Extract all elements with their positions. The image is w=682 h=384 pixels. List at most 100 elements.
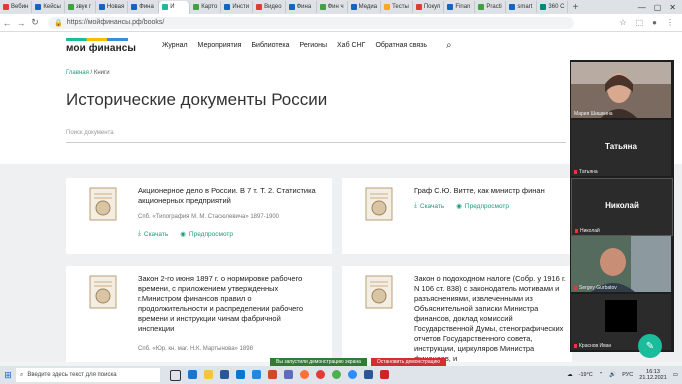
participant-avatar <box>605 300 637 332</box>
photos-icon[interactable] <box>284 369 293 379</box>
file-explorer-icon[interactable] <box>204 369 213 379</box>
reload-icon[interactable]: ↻ <box>28 17 42 28</box>
chrome-icon[interactable] <box>332 369 341 379</box>
browser-tab[interactable]: Фин ч <box>317 1 348 13</box>
book-card[interactable]: Акционерное дело в России. В 7 т. Т. 2. … <box>66 178 332 254</box>
participant-tile[interactable]: Татьяна Татьяна <box>571 120 671 176</box>
book-publisher: Спб. «Юр. кн. маг. Н.К. Мартынова» 1898 <box>138 346 253 352</box>
edge-icon[interactable] <box>188 369 197 379</box>
book-title[interactable]: Акционерное дело в России. В 7 т. Т. 2. … <box>138 186 318 206</box>
search-icon[interactable]: ⌕ <box>446 40 452 51</box>
breadcrumb-separator: / <box>90 70 93 76</box>
search-icon: ⌕ <box>20 371 24 378</box>
browser-tab[interactable]: Кейсы <box>32 1 65 13</box>
book-title[interactable]: Граф С.Ю. Витте, как министр финан <box>414 186 570 196</box>
notifications-icon[interactable]: ▭ <box>673 372 678 378</box>
download-button[interactable]: ⤓ Скачать <box>138 230 168 238</box>
maximize-icon[interactable]: ▢ <box>654 3 662 12</box>
forward-icon[interactable]: → <box>14 18 28 28</box>
breadcrumb-home[interactable]: Главная <box>66 70 89 76</box>
book-thumbnail-icon <box>365 187 393 221</box>
back-icon[interactable]: ← <box>0 18 14 28</box>
task-view-icon[interactable] <box>170 369 181 381</box>
preview-button[interactable]: ◉ Предпросмотр <box>456 202 509 211</box>
new-tab-button[interactable]: + <box>568 2 582 13</box>
tab-label: 360 С <box>548 4 565 10</box>
browser-tab[interactable]: Инсти <box>221 1 254 13</box>
participant-name: Краснов Иван <box>574 343 611 349</box>
eye-icon: ◉ <box>180 231 186 238</box>
keyboard-language[interactable]: РУС <box>622 372 633 378</box>
chat-icon[interactable]: ✎ <box>638 334 662 358</box>
zoom-icon[interactable] <box>348 369 357 379</box>
breadcrumb-current: Книги <box>93 70 110 76</box>
yandex-icon[interactable] <box>316 369 325 379</box>
preview-button[interactable]: ◉ Предпросмотр <box>180 230 233 239</box>
book-card[interactable]: Граф С.Ю. Витте, как министр финан ⤓ Скач… <box>342 178 572 254</box>
book-title[interactable]: Закон 2-го июня 1897 г. о нормировке раб… <box>138 274 318 334</box>
stop-share-button[interactable]: Остановить демонстрацию <box>370 358 447 366</box>
address-bar[interactable]: 🔒 https://мойфинансы.рф/books/ <box>48 16 574 29</box>
tab-label: Кейсы <box>43 4 61 10</box>
url-text: https://мойфинансы.рф/books/ <box>66 19 165 26</box>
participant-tile[interactable]: Мария Шишкина <box>571 62 671 118</box>
nav-item-library[interactable]: Библиотека <box>251 42 289 49</box>
browser-tab[interactable]: звук г <box>65 1 96 13</box>
star-icon[interactable]: ☆ <box>619 18 626 27</box>
book-title[interactable]: Закон о подоходном налоге (Собр. у 1916 … <box>414 274 570 362</box>
nav-item-cis-hub[interactable]: Хаб СНГ <box>337 42 365 49</box>
document-search-input[interactable]: Поиск документа <box>66 130 566 143</box>
browser-tab[interactable]: Фина <box>128 1 160 13</box>
toolbar-actions: ☆ ⬚ ● ⋮ <box>619 18 682 27</box>
book-card[interactable]: Закон 2-го июня 1897 г. о нормировке раб… <box>66 266 332 362</box>
participant-tile[interactable]: Николай Николай <box>571 178 673 236</box>
lock-icon: 🔒 <box>54 19 63 27</box>
browser-tab[interactable]: Practi <box>475 1 507 13</box>
browser-tab[interactable]: Карто <box>190 1 222 13</box>
profile-icon[interactable]: ● <box>652 18 657 27</box>
browser-tab[interactable]: 360 С <box>537 1 569 13</box>
site-logo[interactable]: мои финансы <box>66 38 136 54</box>
word-icon[interactable] <box>364 369 373 379</box>
windows-start-icon[interactable]: ⊞ <box>0 370 16 381</box>
menu-icon[interactable]: ⋮ <box>666 18 674 27</box>
nav-item-journal[interactable]: Журнал <box>162 42 188 49</box>
nav-item-events[interactable]: Мероприятия <box>198 42 242 49</box>
store-icon[interactable] <box>220 369 229 379</box>
minimize-icon[interactable]: — <box>638 3 646 12</box>
browser-tab[interactable]: Finan <box>444 1 476 13</box>
browser-tab[interactable]: smart <box>506 1 538 13</box>
browser-tab[interactable]: Видео <box>253 1 286 13</box>
tray-arrow-icon[interactable]: ⌃ <box>599 372 604 378</box>
book-card[interactable]: Закон о подоходном налоге (Собр. у 1916 … <box>342 266 572 362</box>
taskbar-search-input[interactable]: ⌕ Введите здесь текст для поиска <box>16 368 160 382</box>
pdf-icon[interactable] <box>380 369 389 379</box>
volume-icon[interactable]: 🔊 <box>609 372 616 378</box>
browser-tab[interactable]: Покуп <box>413 1 445 13</box>
browser-tab[interactable]: Медиа <box>348 1 382 13</box>
browser-tab[interactable]: Новая <box>96 1 129 13</box>
powerpoint-icon[interactable] <box>268 369 277 379</box>
close-icon[interactable]: ✕ <box>669 3 676 12</box>
nav-item-feedback[interactable]: Обратная связь <box>375 42 427 49</box>
tab-label: Тесты <box>392 4 409 10</box>
mail-icon[interactable] <box>236 369 245 379</box>
weather-icon[interactable]: ☁ <box>567 372 573 378</box>
browser-tab[interactable]: И <box>159 0 191 14</box>
download-button[interactable]: ⤓ Скачать <box>414 202 444 210</box>
browser-tab[interactable]: Вебин <box>0 1 33 13</box>
tab-favicon-icon <box>509 4 516 10</box>
tab-favicon-icon <box>540 4 547 10</box>
participant-tile[interactable]: Sergey Gurbatov <box>571 236 671 292</box>
browser-toolbar: ← → ↻ 🔒 https://мойфинансы.рф/books/ ☆ ⬚… <box>0 14 682 32</box>
extensions-icon[interactable]: ⬚ <box>636 18 644 27</box>
vscode-icon[interactable] <box>252 369 261 379</box>
mic-muted-icon <box>574 285 577 290</box>
firefox-icon[interactable] <box>300 369 309 379</box>
tab-favicon-icon <box>3 4 9 10</box>
tab-label: smart <box>517 4 533 10</box>
clock[interactable]: 16:13 21.12.2021 <box>639 369 667 381</box>
nav-item-regions[interactable]: Регионы <box>300 42 328 49</box>
browser-tab[interactable]: Фина <box>286 1 317 13</box>
browser-tab[interactable]: Тесты <box>381 1 413 13</box>
